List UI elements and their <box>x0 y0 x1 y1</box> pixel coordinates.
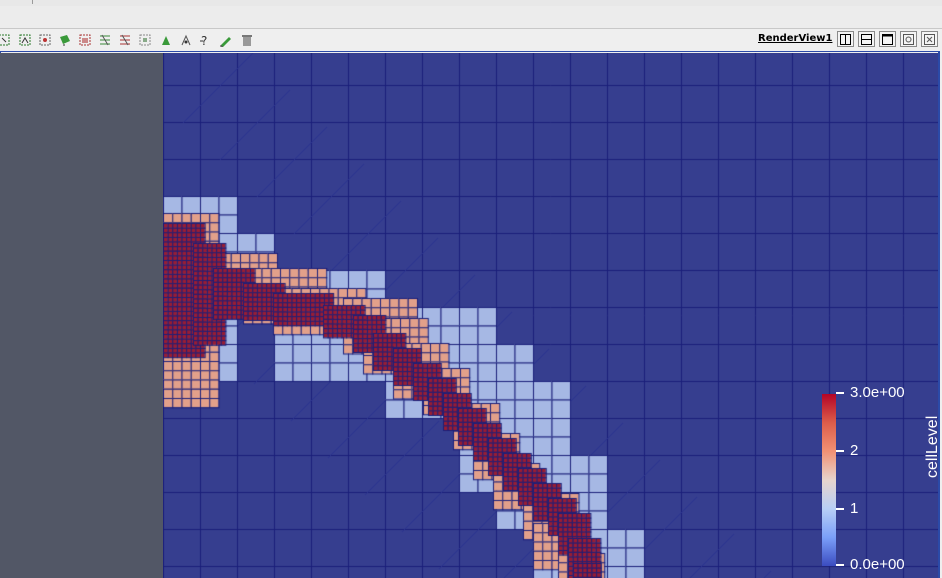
scalar-bar-tick-1 <box>836 508 844 510</box>
select-cells-through-icon[interactable] <box>37 32 53 48</box>
hover-points-icon[interactable] <box>178 32 194 48</box>
close-icon[interactable] <box>921 31 938 47</box>
render-view-title[interactable]: RenderView1 <box>758 33 832 44</box>
grow-selection-icon[interactable] <box>137 32 153 48</box>
select-points-through-icon[interactable] <box>57 32 73 48</box>
scalar-bar-title: cellLevel <box>924 415 941 478</box>
scalar-bar-min-label: 0.0e+00 <box>850 556 905 573</box>
splitter-tick <box>32 0 33 4</box>
scalar-bar-max-label: 3.0e+00 <box>850 384 905 401</box>
select-block-icon[interactable] <box>77 32 93 48</box>
scalar-bar-tick-2 <box>836 450 844 452</box>
maximize-icon[interactable] <box>879 31 896 47</box>
scalar-bar-gradient <box>822 394 836 566</box>
restore-icon[interactable] <box>900 31 917 47</box>
scalar-bar-label-1: 1 <box>850 500 859 517</box>
interactive-select-cells-icon[interactable] <box>97 32 113 48</box>
scalar-bar-label-2: 2 <box>850 442 859 459</box>
find-data-icon[interactable] <box>158 32 174 48</box>
clear-selection-icon[interactable] <box>239 32 255 48</box>
select-points-on-icon[interactable] <box>17 32 33 48</box>
scalar-bar-tick-max <box>836 392 844 394</box>
split-horizontal-icon[interactable] <box>837 31 854 47</box>
split-vertical-icon[interactable] <box>858 31 875 47</box>
edit-selection-icon[interactable] <box>218 32 234 48</box>
query-help-icon[interactable]: ? <box>198 32 214 48</box>
scalar-bar-tick-min <box>836 564 844 566</box>
interactive-select-points-icon[interactable] <box>117 32 133 48</box>
select-cells-on-icon[interactable] <box>0 32 12 48</box>
menu-bar <box>0 6 942 29</box>
background-panel <box>0 53 163 578</box>
